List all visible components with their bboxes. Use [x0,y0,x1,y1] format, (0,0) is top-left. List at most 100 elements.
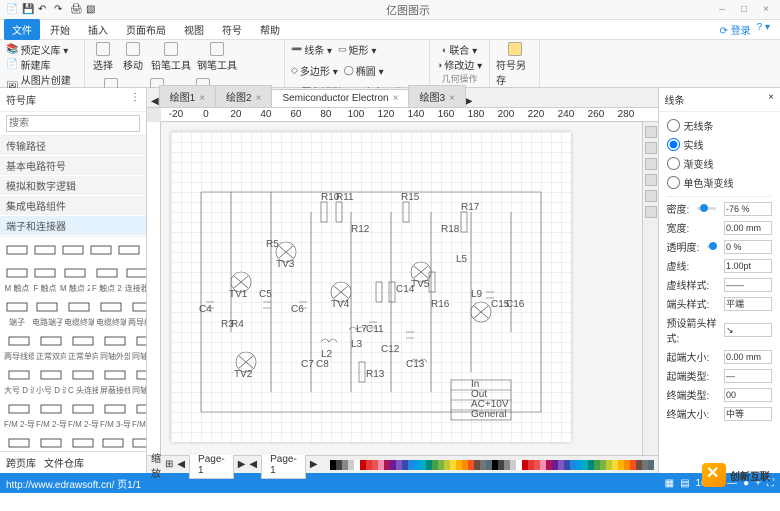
shape-item[interactable]: 电缆终端 [96,298,126,328]
qat-icon[interactable]: 💾 [22,4,34,16]
category-item[interactable]: 端子和连接器 [0,216,146,236]
shape-item[interactable]: F/M 3-导… [132,400,146,430]
close-icon[interactable]: × [199,93,205,104]
doc-tab[interactable]: Semiconductor Electron× [271,89,409,107]
shape-item[interactable] [4,241,30,260]
ribbon-item[interactable]: 📚预定义库 ▾ [6,42,68,57]
radio[interactable] [667,157,680,170]
menu-tab-symbol[interactable]: 符号 [214,19,250,40]
vtool-icon[interactable] [645,142,657,154]
prop-input[interactable] [724,369,772,383]
menu-tab-start[interactable]: 开始 [42,19,78,40]
radio[interactable] [667,119,680,132]
ribbon-item[interactable]: ◯椭圆 ▾ [344,63,384,78]
vtool-icon[interactable] [645,174,657,186]
shape-item[interactable] [88,241,114,260]
maximize-button[interactable]: □ [734,4,754,15]
ribbon-item[interactable]: 移动 [121,42,145,72]
shape-item[interactable]: 电缆终端 [64,298,94,328]
menu-tab-help[interactable]: 帮助 [252,19,288,40]
ribbon-item[interactable]: ◐联合 ▾ [442,42,477,57]
shape-item[interactable]: 正常双向… [36,332,66,362]
minimize-button[interactable]: – [712,4,732,15]
qat-icon[interactable]: ▧ [86,4,98,16]
slider[interactable] [697,207,716,210]
tab-prev-icon[interactable]: ◀ [151,96,159,107]
doc-tab[interactable]: 绘图2× [215,85,272,107]
vtool-icon[interactable] [645,158,657,170]
prop-input[interactable] [724,388,772,402]
shape-item[interactable]: F/M 2-导… [68,400,98,430]
menu-tab-view[interactable]: 视图 [176,19,212,40]
shape-item[interactable]: F 触点 [32,264,58,294]
canvas[interactable]: TV1TV2TV3TV4TV5C4C5C6C7C8C11C12C13C14C15… [161,122,642,455]
radio[interactable] [667,176,680,189]
shape-item[interactable]: F/M 3-导… [100,400,130,430]
qat-icon[interactable]: 📄 [6,4,18,16]
page-nav-icon[interactable]: ⊞ [165,459,173,470]
prop-input[interactable] [724,259,772,273]
ribbon-item[interactable]: ▭矩形 ▾ [338,42,376,57]
ribbon-item[interactable]: 钢笔工具 [197,42,237,72]
shape-item[interactable]: F/M 3-导… [36,434,66,451]
shape-item[interactable] [32,241,58,260]
shape-item[interactable]: F/M 2-导… [4,400,34,430]
prop-input[interactable] [724,278,772,292]
ribbon-item[interactable]: 符号另存 [496,42,533,87]
shape-item[interactable]: F/M 2-导… [36,400,66,430]
login-link[interactable]: ⟳ 登录 [719,22,750,37]
close-icon[interactable]: × [768,92,774,107]
category-item[interactable]: 模拟和数字逻辑 [0,176,146,196]
vtool-icon[interactable] [645,126,657,138]
ribbon-item[interactable]: 选择 [91,42,115,72]
ribbon-item[interactable]: ◇多边形 ▾ [291,63,338,78]
menu-tab-file[interactable]: 文件 [4,19,40,40]
view-icon[interactable]: ▦ [665,478,674,489]
qat-icon[interactable]: 🖨 [70,4,82,16]
search-input[interactable] [6,115,140,132]
footer-tab[interactable]: 跨页库 [6,455,36,470]
shape-item[interactable]: 正常单向… [68,332,98,362]
shape-item[interactable]: 大号 D 连… [4,366,34,396]
qat-icon[interactable]: ↶ [38,4,50,16]
radio[interactable] [667,138,680,151]
shape-item[interactable]: 小号 D 连… [36,366,66,396]
page-nav-icon[interactable]: ◀ [177,459,185,470]
color-swatch[interactable] [648,460,654,470]
prop-input[interactable] [724,323,772,337]
shape-item[interactable]: F 触点 2 [92,264,122,294]
ribbon-item[interactable]: ➖线条 ▾ [291,42,332,57]
vtool-icon[interactable] [645,206,657,218]
close-icon[interactable]: × [256,93,262,104]
panel-menu-icon[interactable]: ⋮ [130,92,140,107]
shape-item[interactable]: M 触点 2 [60,264,90,294]
qat-icon[interactable]: ↷ [54,4,66,16]
prop-input[interactable] [724,240,772,254]
shape-item[interactable]: 两导线缠绕 [128,298,146,328]
shape-item[interactable]: 屏蔽接线座/… [100,366,130,396]
category-item[interactable]: 集成电路组件 [0,196,146,216]
prop-input[interactable] [724,350,772,364]
page-nav-icon[interactable]: ▶ [238,459,246,470]
shape-item[interactable]: 同轴外部… [100,332,130,362]
prop-input[interactable] [724,202,772,216]
shape-item[interactable]: 电路端子 [32,298,62,328]
shape-item[interactable]: M 触点 [4,264,30,294]
prop-input[interactable] [724,407,772,421]
line-type-option[interactable]: 无线条 [667,116,772,135]
ribbon-item[interactable]: 铅笔工具 [151,42,191,72]
prop-input[interactable] [724,221,772,235]
page-nav-icon[interactable]: ▶ [310,459,318,470]
close-icon[interactable]: × [449,93,455,104]
shape-item[interactable]: 端子 [4,298,30,328]
menu-tab-layout[interactable]: 页面布局 [118,19,174,40]
menu-tab-insert[interactable]: 插入 [80,19,116,40]
shape-item[interactable]: 三导线缆头 [128,434,146,451]
shape-item[interactable]: 同轴中心… [132,332,146,362]
shape-item[interactable]: 连接器 [124,264,146,294]
shape-item[interactable] [60,241,86,260]
shape-item[interactable]: 两导线缆头 [4,332,34,362]
shape-item[interactable]: C 头连接器 [68,366,98,396]
drawing-page[interactable]: TV1TV2TV3TV4TV5C4C5C6C7C8C11C12C13C14C15… [171,132,571,442]
doc-tab[interactable]: 绘图3× [408,85,465,107]
